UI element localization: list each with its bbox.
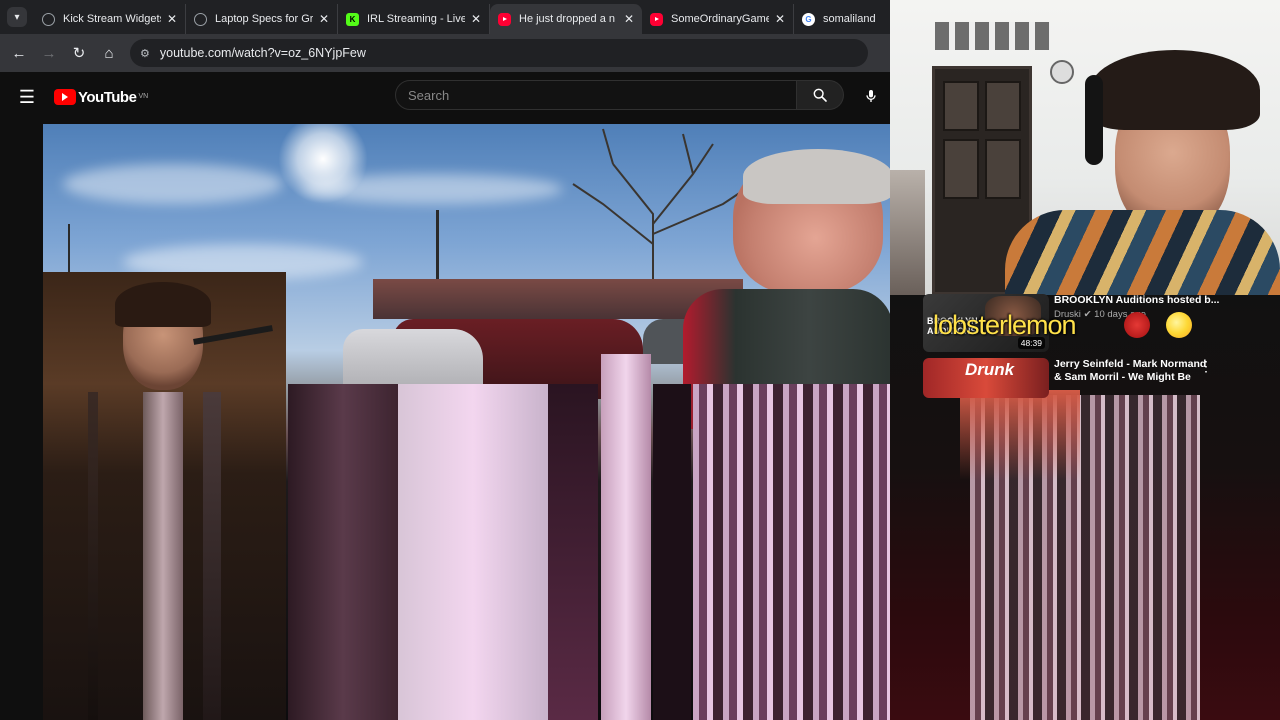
webcam-hair bbox=[1090, 50, 1260, 130]
browser-tab-strip: ▾ Kick Stream Widgets ✕ Laptop Specs for… bbox=[0, 0, 890, 34]
video-glitch-stripe bbox=[693, 384, 890, 720]
door-panel bbox=[943, 139, 979, 199]
tab-laptop-specs[interactable]: Laptop Specs for Gri ✕ bbox=[186, 4, 338, 34]
forward-arrow-icon[interactable]: → bbox=[34, 38, 64, 68]
webcam-glitch-stripe bbox=[143, 392, 183, 720]
search-bar bbox=[395, 80, 844, 110]
video-person-hair bbox=[743, 149, 890, 204]
tab-label: somaliland - Go bbox=[823, 13, 878, 25]
door-panel bbox=[943, 81, 979, 131]
region-code: VN bbox=[138, 92, 149, 100]
youtube-icon bbox=[498, 12, 511, 26]
youtube-play-icon bbox=[54, 89, 76, 105]
more-options-icon[interactable]: ⋮ bbox=[1199, 358, 1213, 375]
tab-label: Laptop Specs for Gri bbox=[215, 13, 313, 25]
tab-someordinarygamer[interactable]: SomeOrdinaryGamer ✕ bbox=[642, 4, 794, 34]
close-icon[interactable]: ✕ bbox=[471, 12, 481, 26]
shelf bbox=[890, 170, 925, 295]
youtube-logo[interactable]: YouTube VN bbox=[54, 89, 148, 106]
video-glitch-stripe bbox=[288, 384, 398, 720]
related-video-meta: BROOKLYN Auditions hosted b... Druski ✔ … bbox=[1054, 294, 1254, 352]
hamburger-menu-icon[interactable]: ☰ bbox=[0, 87, 54, 108]
search-input[interactable] bbox=[395, 80, 797, 110]
tab-label: He just dropped a n bbox=[519, 13, 616, 25]
globe-icon bbox=[42, 12, 55, 26]
site-info-icon[interactable]: ⚙ bbox=[140, 47, 150, 60]
video-glitch-stripe bbox=[548, 384, 598, 720]
tab-youtube-video-active[interactable]: He just dropped a n ✕ bbox=[490, 4, 642, 34]
kick-icon: K bbox=[346, 12, 359, 26]
browser-toolbar: ← → ↻ ⌂ ⚙ youtube.com/watch?v=oz_6NYjpFe… bbox=[0, 34, 890, 72]
webcam-hair bbox=[115, 282, 211, 327]
close-icon[interactable]: ✕ bbox=[167, 12, 177, 26]
microphone-arm bbox=[193, 325, 273, 345]
verified-icon: ✔ bbox=[1083, 309, 1092, 320]
webcam-glitch-stripe bbox=[88, 392, 98, 720]
search-icon bbox=[813, 88, 827, 102]
tab-label: SomeOrdinaryGamer bbox=[671, 13, 769, 25]
microphone-button[interactable] bbox=[858, 83, 884, 109]
youtube-header: ☰ YouTube VN bbox=[0, 72, 890, 122]
screen: ▾ Kick Stream Widgets ✕ Laptop Specs for… bbox=[0, 0, 1280, 720]
address-bar[interactable]: ⚙ youtube.com/watch?v=oz_6NYjpFew bbox=[130, 39, 868, 67]
door-panel bbox=[985, 81, 1021, 131]
video-thumbnail[interactable]: Drunk bbox=[923, 358, 1049, 398]
tab-kick-stream-widgets[interactable]: Kick Stream Widgets ✕ bbox=[34, 4, 186, 34]
related-video-item[interactable]: Drunk Jerry Seinfeld - Mark Normand & Sa… bbox=[923, 358, 1263, 398]
tab-somaliland-google[interactable]: G somaliland - Go bbox=[794, 4, 886, 34]
tab-label: Kick Stream Widgets bbox=[63, 13, 161, 25]
webcam-left bbox=[43, 272, 286, 720]
globe-icon bbox=[194, 12, 207, 26]
search-button[interactable] bbox=[797, 80, 844, 110]
related-video-title[interactable]: Jerry Seinfeld - Mark Normand & Sam Morr… bbox=[1054, 358, 1214, 384]
thumbnail-text: Drunk bbox=[965, 360, 1015, 379]
video-glitch-stripe bbox=[398, 384, 548, 720]
related-video-sub: Druski ✔ 10 days ago bbox=[1054, 309, 1254, 320]
webcam-right bbox=[890, 0, 1280, 295]
close-icon[interactable]: ✕ bbox=[775, 12, 785, 26]
url-text: youtube.com/watch?v=oz_6NYjpFew bbox=[159, 46, 366, 60]
logo-text: YouTube bbox=[78, 88, 137, 106]
home-icon[interactable]: ⌂ bbox=[94, 38, 124, 68]
related-glitch-stripes bbox=[960, 390, 1080, 480]
lobster-icon bbox=[1124, 312, 1150, 338]
wall-fan bbox=[1050, 60, 1074, 84]
tab-search-button[interactable]: ▾ bbox=[0, 0, 34, 34]
related-video-title[interactable]: BROOKLYN Auditions hosted b... bbox=[1054, 294, 1254, 307]
lemon-icon bbox=[1166, 312, 1192, 338]
video-cloud bbox=[63, 164, 283, 204]
microphone-icon bbox=[866, 90, 876, 102]
stream-overlay-text: lobsterlemon bbox=[933, 310, 1077, 340]
close-icon[interactable]: ✕ bbox=[319, 12, 329, 26]
door-panel bbox=[985, 139, 1021, 199]
video-lamp-post bbox=[68, 224, 70, 274]
wall-vent bbox=[935, 22, 1050, 50]
tab-irl-streaming[interactable]: K IRL Streaming - Live ✕ bbox=[338, 4, 490, 34]
video-cloud bbox=[303, 174, 563, 204]
close-icon[interactable]: ✕ bbox=[624, 12, 634, 26]
chevron-down-icon: ▾ bbox=[7, 7, 27, 27]
headphone-cup bbox=[1085, 75, 1103, 165]
video-glitch-stripe bbox=[653, 384, 691, 720]
video-glitch-stripe bbox=[601, 354, 651, 720]
google-icon: G bbox=[802, 12, 815, 26]
related-video-meta: Jerry Seinfeld - Mark Normand & Sam Morr… bbox=[1054, 358, 1254, 398]
back-arrow-icon[interactable]: ← bbox=[4, 38, 34, 68]
webcam-shirt bbox=[1005, 210, 1280, 295]
webcam-glitch-stripe bbox=[203, 392, 221, 720]
tab-label: IRL Streaming - Live bbox=[367, 13, 465, 25]
reload-icon[interactable]: ↻ bbox=[64, 38, 94, 68]
youtube-icon bbox=[650, 12, 663, 26]
